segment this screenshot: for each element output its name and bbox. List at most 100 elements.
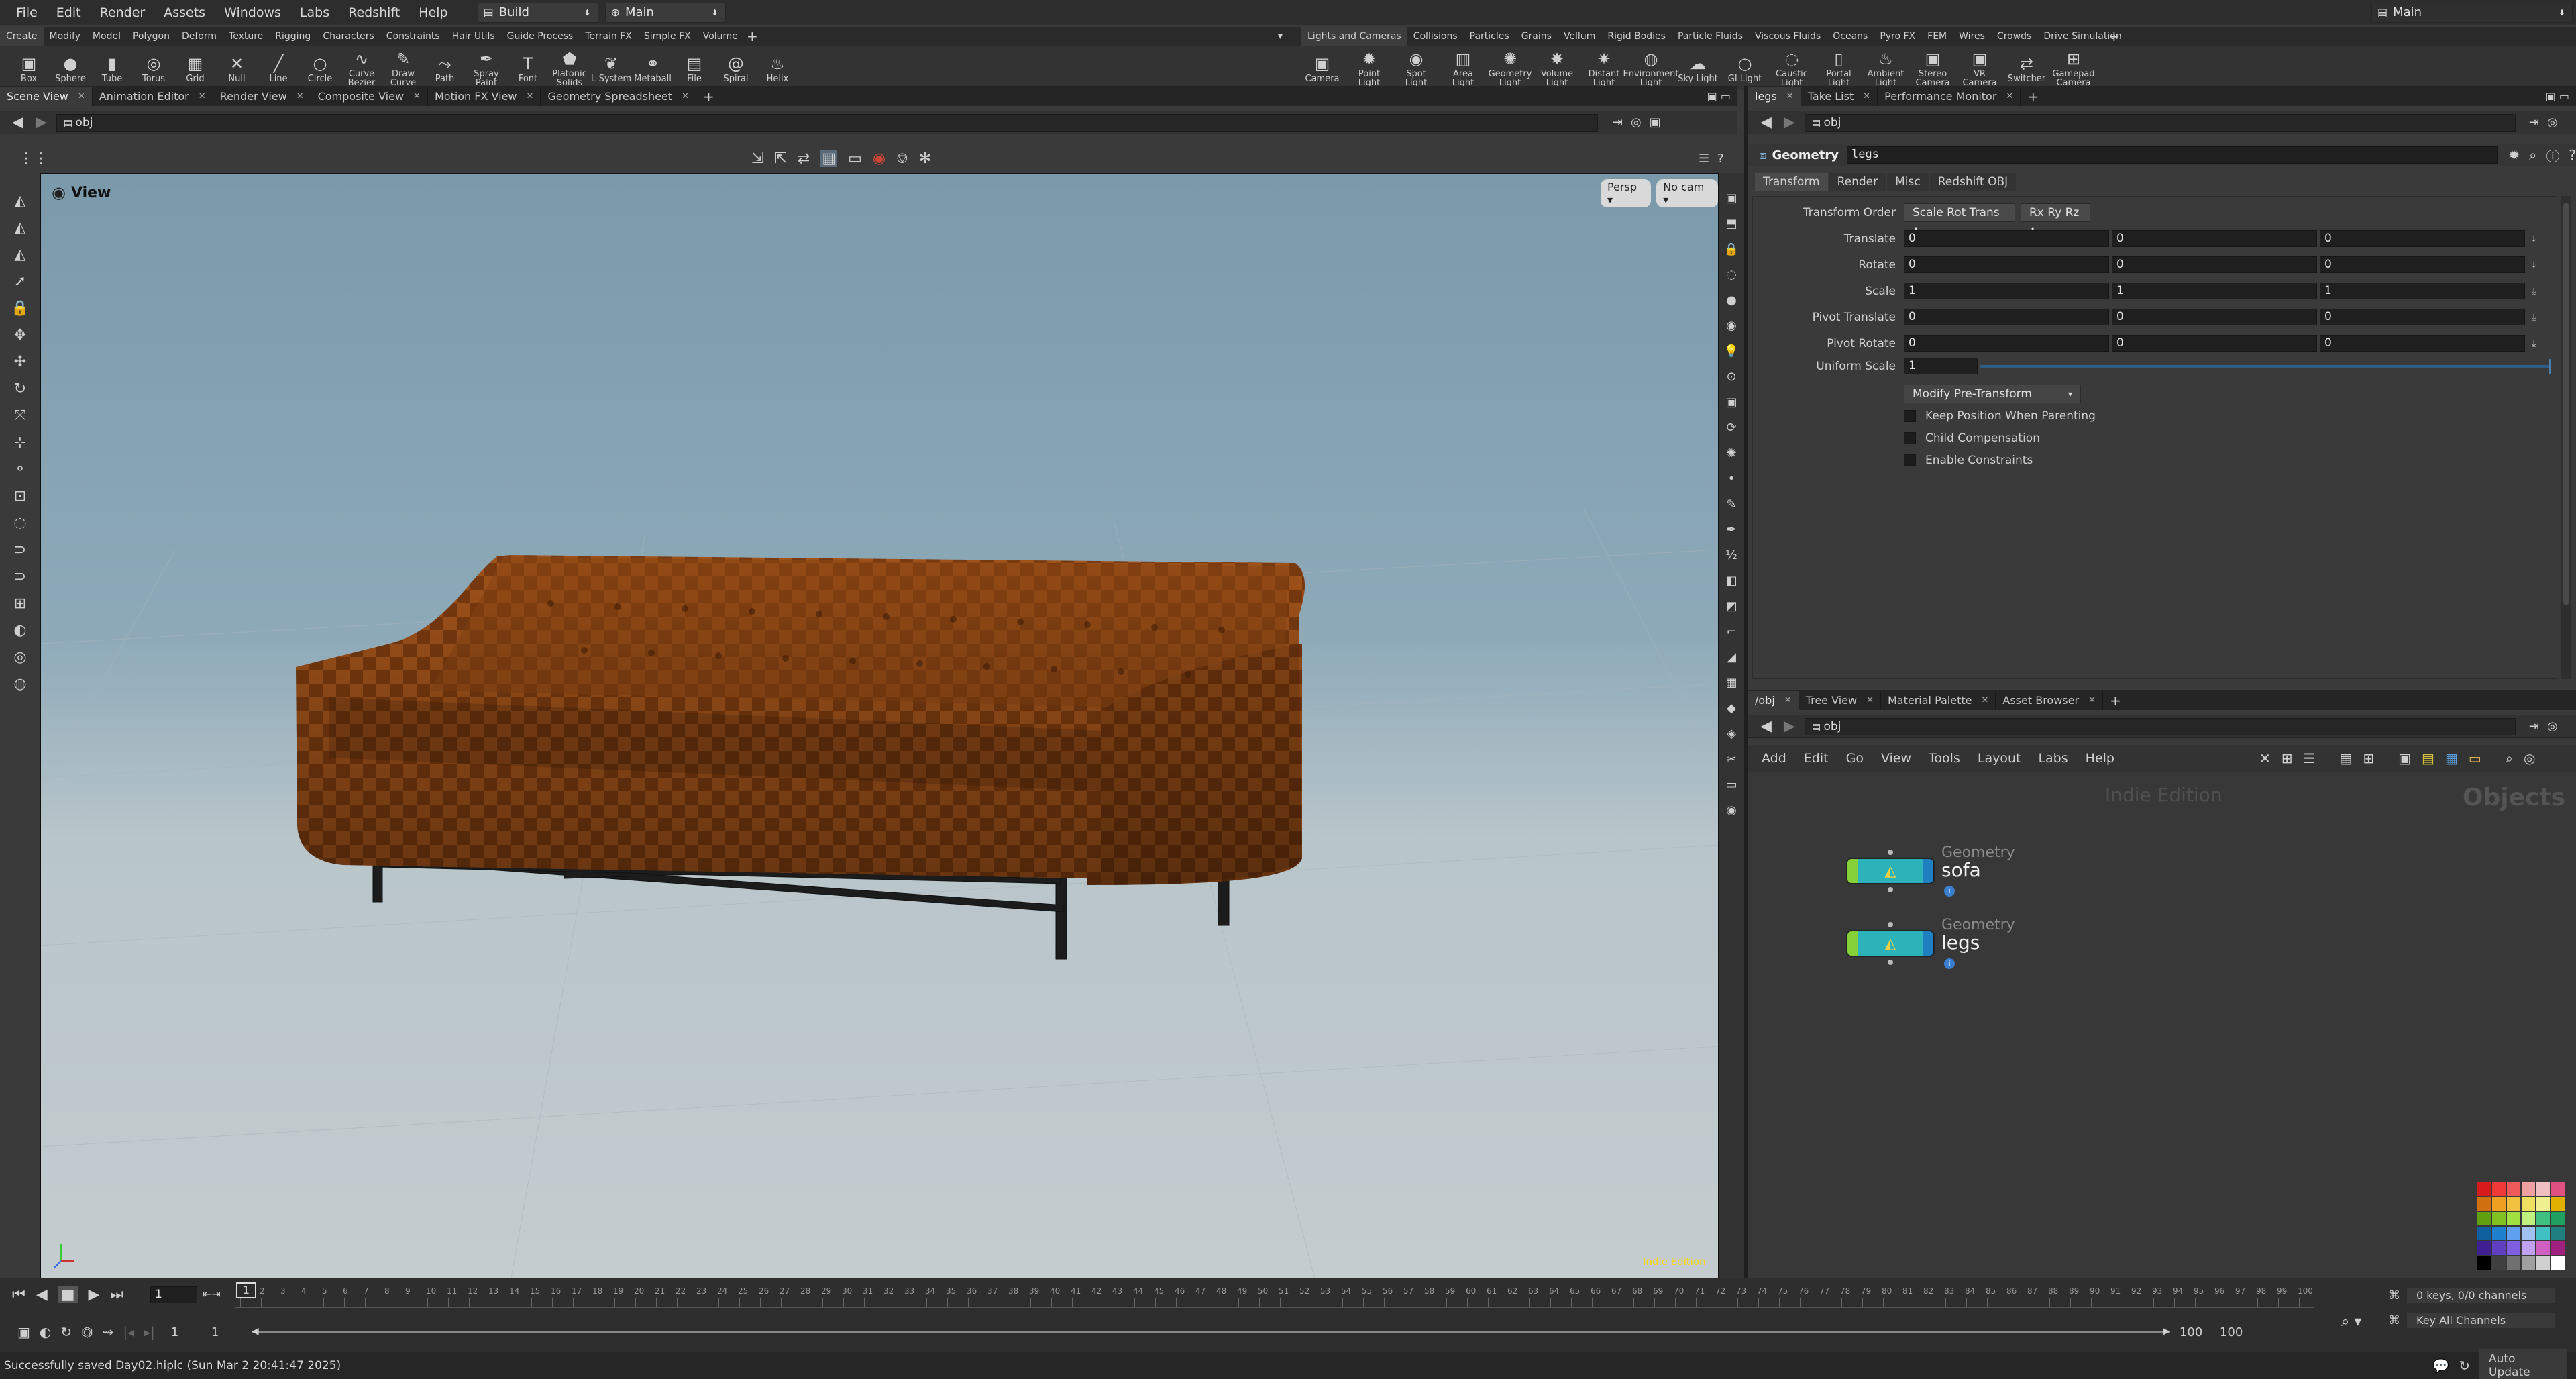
tab-asset-browser[interactable]: Asset Browser ✕ <box>1996 691 2103 710</box>
palette-swatch[interactable] <box>2507 1212 2520 1225</box>
pin-icon[interactable]: ⇥ <box>1613 115 1623 130</box>
shelf-tab-rigging[interactable]: Rigging <box>269 27 317 46</box>
channel-icon[interactable]: ⤓ <box>2532 286 2536 297</box>
sticky-note-icon[interactable]: ▤ <box>2422 750 2434 766</box>
palette-swatch[interactable] <box>2551 1256 2565 1270</box>
network-menu-tools[interactable]: Tools <box>1929 751 1960 766</box>
input-connector[interactable] <box>1888 850 1893 855</box>
pane-menu-icon[interactable]: ▣ ▭ <box>2546 87 2569 106</box>
param-field-y[interactable]: 0 <box>2112 309 2317 325</box>
network-menu-add[interactable]: Add <box>1762 751 1786 766</box>
grid-view-icon[interactable]: ▦ <box>2339 750 2352 766</box>
refresh-icon[interactable]: ↻ <box>2459 1358 2470 1374</box>
stop-icon[interactable]: ■ <box>58 1286 78 1303</box>
bucket-icon[interactable]: ◩ <box>1721 595 1741 617</box>
param-field-y[interactable]: 1 <box>2112 283 2317 299</box>
tool-portal-light[interactable]: ▯ Portal Light <box>1818 46 1860 87</box>
param-field-z[interactable]: 1 <box>2320 283 2525 299</box>
menu-windows[interactable]: Windows <box>215 0 290 25</box>
shelf-tab-lights-and-cameras[interactable]: Lights and Cameras <box>1301 27 1407 46</box>
key-all-icon[interactable]: ⌘ <box>2388 1313 2400 1327</box>
gear-icon[interactable]: ✹ <box>2508 147 2520 163</box>
realtime-icon[interactable]: ▣ <box>17 1324 30 1340</box>
camera-icon[interactable]: ◉ <box>1721 799 1741 821</box>
timeline-ruler[interactable]: 1234567891011121314151617181920212223242… <box>235 1278 2314 1308</box>
select-icon[interactable]: ➚ <box>9 270 32 293</box>
range-end-field[interactable]: 100 <box>2180 1325 2220 1339</box>
shelf-tab-collisions[interactable]: Collisions <box>1407 27 1464 46</box>
rotate-order-select[interactable]: Rx Ry Rz ⬍ <box>2021 203 2090 236</box>
wireframe-icon[interactable]: ▭ <box>848 150 862 167</box>
shelf-tab-terrain-fx[interactable]: Terrain FX <box>579 27 638 46</box>
sphere-icon[interactable]: ● <box>1721 289 1741 311</box>
palette-swatch[interactable] <box>2477 1256 2491 1270</box>
tool-box[interactable]: ▣ Box <box>8 50 50 83</box>
palette-swatch[interactable] <box>2507 1197 2520 1211</box>
close-icon[interactable]: ✕ <box>1784 691 1792 710</box>
mesh-icon[interactable]: ◈ <box>1721 722 1741 745</box>
snap-icon[interactable]: ⇲ <box>751 150 763 167</box>
wrench-icon[interactable]: ✕ <box>2259 750 2271 766</box>
scene-tools-icon[interactable]: ◭ <box>9 189 32 212</box>
subtab-redshift-obj[interactable]: Redshift OBJ <box>1929 173 2017 191</box>
range-start-field[interactable]: 1 <box>171 1325 211 1339</box>
tool-caustic-light[interactable]: ◌ Caustic Light <box>1771 46 1813 87</box>
jump-start-icon[interactable]: ⏮ <box>12 1286 25 1303</box>
network-editor[interactable]: Indie Edition Objects Geometry sofa ◭ i Geom… <box>1748 772 2576 1278</box>
info-icon[interactable]: i <box>1944 958 1955 969</box>
persp-button[interactable]: Persp ▾ <box>1601 179 1652 207</box>
pen-icon[interactable]: ✒ <box>1721 518 1741 541</box>
palette-swatch[interactable] <box>2551 1197 2565 1211</box>
shelf-tab-rigid-bodies[interactable]: Rigid Bodies <box>1601 27 1672 46</box>
lock-icon[interactable]: 🔒 <box>9 297 32 319</box>
tool-geometry-light[interactable]: ✺ Geometry Light <box>1489 46 1532 87</box>
tool-sky-light[interactable]: ☁ Sky Light <box>1677 50 1719 83</box>
desktop-dropdown[interactable]: ▤ Build ⬍ <box>477 2 598 23</box>
shelf-tab-wires[interactable]: Wires <box>1953 27 1991 46</box>
subtab-misc[interactable]: Misc <box>1887 173 1929 191</box>
search-icon[interactable]: ⌕ <box>2529 147 2536 163</box>
close-icon[interactable]: ✕ <box>1981 691 1988 710</box>
lasso-icon[interactable]: ◌ <box>9 511 32 534</box>
tool-distant-light[interactable]: ✷ Distant Light <box>1583 46 1625 87</box>
close-icon[interactable]: ✕ <box>1863 87 1870 106</box>
bulb-icon[interactable]: 💡 <box>1721 340 1741 362</box>
camera-icon[interactable]: ◍ <box>9 672 32 695</box>
uniform-scale-slider[interactable] <box>1980 364 2549 368</box>
frame-step-icon[interactable]: ⇤⇥ <box>203 1288 221 1300</box>
close-icon[interactable]: ✕ <box>527 87 534 106</box>
tab-material-palette[interactable]: Material Palette ✕ <box>1881 691 1996 710</box>
subtab-render[interactable]: Render <box>1829 173 1886 191</box>
menu-labs[interactable]: Labs <box>290 0 339 25</box>
jump-end-icon[interactable]: ⏭ <box>110 1286 123 1303</box>
tool-curve-bezier[interactable]: ∿ Curve Bezier <box>341 46 382 87</box>
tool-icon[interactable]: ✂ <box>1721 748 1741 770</box>
palette-swatch[interactable] <box>2522 1197 2535 1211</box>
range-slider-start-handle[interactable]: ◀ <box>252 1326 259 1337</box>
channel-icon[interactable]: ⤓ <box>2532 338 2536 349</box>
prev-key-icon[interactable]: |◂ <box>123 1324 134 1340</box>
tool-platonic-solids[interactable]: ⬟ Platonic Solids <box>549 46 590 87</box>
checkbox[interactable] <box>1904 410 1916 422</box>
tool-gamepad-camera[interactable]: ⊞ Gamepad Camera <box>2052 46 2094 87</box>
shelf-tab-volume[interactable]: Volume <box>697 27 744 46</box>
snap-grid-icon[interactable]: ⊞ <box>9 592 32 615</box>
channel-icon[interactable]: ⤓ <box>2532 312 2536 323</box>
tool-stereo-camera[interactable]: ▣ Stereo Camera <box>1912 46 1953 87</box>
shelf-tab-constraints[interactable]: Constraints <box>380 27 446 46</box>
close-icon[interactable]: ✕ <box>1786 87 1794 106</box>
add-tab-icon[interactable]: + <box>2027 87 2039 106</box>
palette-swatch[interactable] <box>2536 1227 2550 1240</box>
network-menu-edit[interactable]: Edit <box>1804 751 1829 766</box>
play-icon[interactable]: ▶ <box>89 1286 100 1303</box>
tab-composite-view[interactable]: Composite View ✕ <box>311 87 428 106</box>
snap-icon[interactable]: ▦ <box>1721 671 1741 694</box>
tool-point-light[interactable]: ✹ Point Light <box>1348 46 1390 87</box>
shelf-tab-model[interactable]: Model <box>87 27 127 46</box>
palette-swatch[interactable] <box>2477 1227 2491 1240</box>
tool-environment-light[interactable]: ◍ Environment Light <box>1623 46 1679 87</box>
material-icon[interactable]: ◆ <box>1721 697 1741 719</box>
scene-path-field[interactable]: ▤ obj <box>56 113 1598 132</box>
param-field-z[interactable]: 0 <box>2320 335 2525 352</box>
palette-swatch[interactable] <box>2536 1212 2550 1225</box>
